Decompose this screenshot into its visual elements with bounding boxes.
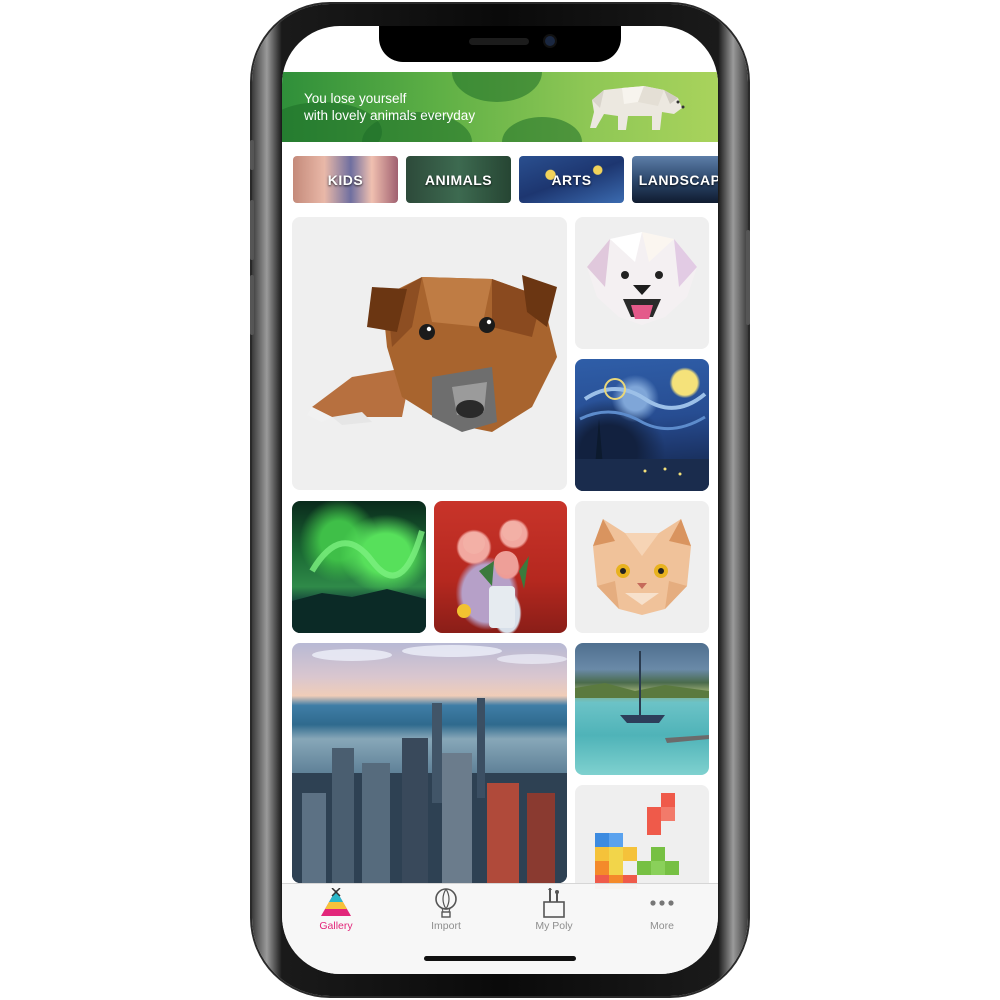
chip-label: ANIMALS (424, 171, 493, 188)
flowers-vase-image (457, 521, 529, 628)
category-chip-landscape[interactable]: LANDSCAPE (632, 156, 718, 203)
category-chip-animals[interactable]: ANIMALS (406, 156, 511, 203)
speaker-grille (469, 38, 529, 45)
chip-label: ARTS (551, 171, 592, 188)
app-screen: You lose yourself with lovely animals ev… (282, 26, 718, 974)
polygon-puppy-image (587, 232, 697, 325)
volume-down-button (250, 275, 254, 335)
city-skyline-image (292, 645, 567, 883)
category-chip-kids[interactable]: KIDS (293, 156, 398, 203)
sailboat-image (575, 651, 709, 743)
gallery-tile-puppy[interactable] (575, 217, 709, 349)
banner-line-2: with lovely animals everyday (304, 108, 476, 123)
tab-label: More (650, 920, 674, 932)
gallery-tile-sailboat[interactable] (575, 643, 709, 775)
tab-label: My Poly (535, 920, 573, 932)
banner-text: You lose yourself with lovely animals ev… (304, 90, 475, 124)
color-blocks-image (595, 793, 679, 889)
gallery-tile-blocks[interactable] (575, 785, 709, 895)
paint-pot-icon (543, 888, 565, 918)
gallery-tile-aurora[interactable] (292, 501, 426, 633)
tab-label: Gallery (319, 920, 353, 932)
category-scroller[interactable]: KIDS ANIMALS ARTS LANDSCAPE (293, 156, 718, 204)
tab-import[interactable]: Import (406, 888, 486, 932)
chip-label: LANDSCAPE (638, 171, 718, 188)
balloon-icon (435, 888, 457, 918)
category-chip-arts[interactable]: ARTS (519, 156, 624, 203)
home-indicator[interactable] (424, 956, 576, 961)
front-camera (545, 36, 555, 46)
power-button (746, 230, 750, 325)
teepee-icon (321, 888, 351, 916)
phone-notch (379, 26, 621, 62)
banner-line-1: You lose yourself (304, 91, 407, 106)
polygon-cat-image (593, 519, 691, 615)
tab-my-poly[interactable]: My Poly (514, 888, 594, 932)
chip-label: KIDS (327, 171, 364, 188)
gallery-tile-starry-night[interactable] (575, 359, 709, 491)
starry-night-image (575, 378, 709, 491)
volume-up-button (250, 200, 254, 260)
gallery-tile-city[interactable] (292, 643, 567, 883)
tab-gallery[interactable]: Gallery (296, 888, 376, 932)
tab-label: Import (431, 920, 461, 932)
mute-switch (250, 140, 254, 170)
polygon-dog-image (307, 275, 557, 432)
polar-bear-icon (590, 86, 685, 130)
gallery-tile-dog[interactable] (292, 217, 567, 490)
gallery-tile-cat[interactable] (575, 501, 709, 633)
tab-more[interactable]: More (622, 888, 702, 932)
more-dots-icon (650, 900, 674, 906)
gallery-tile-flowers[interactable] (434, 501, 567, 633)
promo-banner[interactable]: You lose yourself with lovely animals ev… (282, 72, 718, 142)
aurora-image (292, 530, 426, 633)
